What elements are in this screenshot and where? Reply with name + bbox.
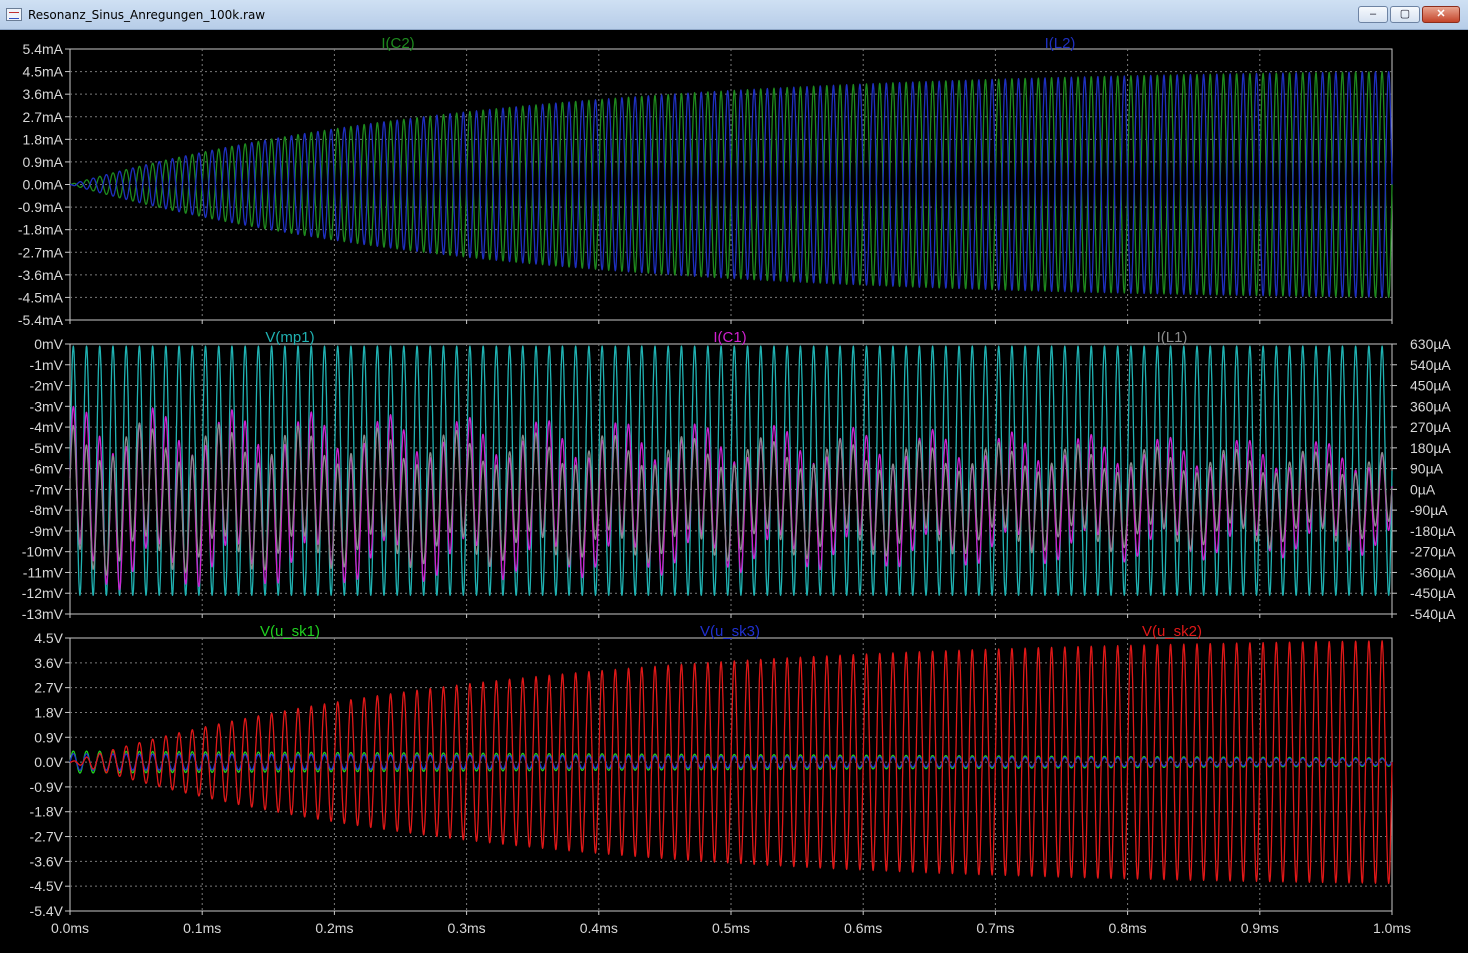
y-tick-label: -11mV: [23, 564, 64, 580]
y-tick-label: -12mV: [22, 585, 64, 601]
y-tick-label: -2.7mA: [18, 244, 64, 260]
x-tick-label: 0.1ms: [183, 920, 221, 936]
y-tick-label: -4.5V: [30, 878, 64, 894]
y-tick-label: -9mV: [30, 523, 64, 539]
y2-tick-label: -180µA: [1410, 523, 1456, 539]
y2-tick-label: 90µA: [1410, 461, 1444, 477]
waveform-viewer: 5.4mA 4.5mA 3.6mA 2.7mA 1.8mA 0.9mA 0.0mA -0.9m…: [0, 30, 1468, 948]
y-tick-label: -1.8V: [30, 804, 64, 820]
y-tick-label: -0.9mA: [18, 199, 64, 215]
y2-tick-label: 0µA: [1410, 481, 1436, 497]
window-controls: – ▢ ✕: [1358, 6, 1460, 23]
legend-i-l1-: I(L1): [1157, 329, 1188, 346]
y-tick-label: -7mV: [30, 481, 64, 497]
y-tick-label: -4.5mA: [18, 289, 64, 305]
y2-tick-label: -450µA: [1410, 585, 1456, 601]
waveform-app-icon: [6, 8, 22, 21]
y-tick-label: -5mV: [30, 440, 64, 456]
y2-tick-label: 630µA: [1410, 336, 1451, 352]
y-tick-label: -2mV: [30, 378, 64, 394]
y-tick-label: -3mV: [30, 398, 64, 414]
waveform-plot-svg: 5.4mA 4.5mA 3.6mA 2.7mA 1.8mA 0.9mA 0.0mA -0.9m…: [18, 35, 1456, 936]
y2-tick-label: 360µA: [1410, 398, 1451, 414]
maximize-button[interactable]: ▢: [1390, 6, 1420, 23]
close-button[interactable]: ✕: [1422, 6, 1460, 23]
trace-v-u-sk2-: [69, 640, 1393, 885]
legend-v-mp1-: V(mp1): [265, 329, 314, 346]
y-tick-label: -6mV: [30, 461, 64, 477]
y-tick-label: -1.8mA: [18, 222, 64, 238]
legend-v-u-sk2-: V(u_sk2): [1142, 623, 1202, 640]
legend-i-c2-: I(C2): [381, 35, 414, 52]
y-tick-label: -8mV: [30, 502, 64, 518]
y-tick-label: -10mV: [22, 544, 64, 560]
x-tick-label: 0.7ms: [976, 920, 1014, 936]
y2-tick-label: 270µA: [1410, 419, 1451, 435]
y-tick-label: -5.4mA: [18, 312, 64, 328]
y-tick-label: 0mV: [34, 336, 63, 352]
x-tick-label: 0.3ms: [448, 920, 486, 936]
y-tick-label: 2.7mA: [23, 109, 64, 125]
y-tick-label: 5.4mA: [23, 41, 64, 57]
y-tick-label: 0.9V: [34, 729, 63, 745]
y2-tick-label: 180µA: [1410, 440, 1451, 456]
y-tick-label: 0.0mA: [23, 177, 64, 193]
x-tick-label: 0.4ms: [580, 920, 618, 936]
y2-tick-label: 450µA: [1410, 378, 1451, 394]
y-tick-label: 1.8V: [34, 704, 63, 720]
y-tick-label: 1.8mA: [23, 131, 64, 147]
y-tick-label: 4.5V: [34, 630, 63, 646]
y2-tick-label: -90µA: [1410, 502, 1448, 518]
y-tick-label: -1mV: [30, 357, 64, 373]
x-tick-label: 0.6ms: [844, 920, 882, 936]
y-tick-label: -5.4V: [30, 903, 64, 919]
x-tick-label: 0.5ms: [712, 920, 750, 936]
y-tick-label: 2.7V: [34, 680, 63, 696]
minimize-button[interactable]: –: [1358, 6, 1388, 23]
y-tick-label: -4mV: [30, 419, 64, 435]
legend-i-l2-: I(L2): [1045, 35, 1076, 52]
x-tick-label: 1.0ms: [1373, 920, 1411, 936]
y-tick-label: 0.9mA: [23, 154, 64, 170]
legend-i-c1-: I(C1): [713, 329, 746, 346]
x-tick-label: 0.9ms: [1241, 920, 1279, 936]
y-tick-label: -13mV: [22, 606, 64, 622]
y-tick-label: 3.6mA: [23, 86, 64, 102]
y-tick-label: -0.9V: [30, 779, 64, 795]
y2-tick-label: -540µA: [1410, 606, 1456, 622]
window-titlebar: Resonanz_Sinus_Anregungen_100k.raw – ▢ ✕: [0, 0, 1468, 30]
y2-tick-label: -360µA: [1410, 564, 1456, 580]
y2-tick-label: -270µA: [1410, 544, 1456, 560]
y2-tick-label: 540µA: [1410, 357, 1451, 373]
y-tick-label: 0.0V: [34, 754, 63, 770]
y-tick-label: -3.6mA: [18, 267, 64, 283]
y-tick-label: 4.5mA: [23, 64, 64, 80]
x-tick-label: 0.0ms: [51, 920, 89, 936]
legend-v-u-sk1-: V(u_sk1): [260, 623, 320, 640]
x-tick-label: 0.2ms: [315, 920, 353, 936]
legend-v-u-sk3-: V(u_sk3): [700, 623, 760, 640]
y-tick-label: 3.6V: [34, 655, 63, 671]
window-title: Resonanz_Sinus_Anregungen_100k.raw: [28, 8, 266, 22]
trace-v-mp1-: [69, 345, 1393, 596]
x-tick-label: 0.8ms: [1109, 920, 1147, 936]
y-tick-label: -3.6V: [30, 853, 64, 869]
y-tick-label: -2.7V: [30, 829, 64, 845]
